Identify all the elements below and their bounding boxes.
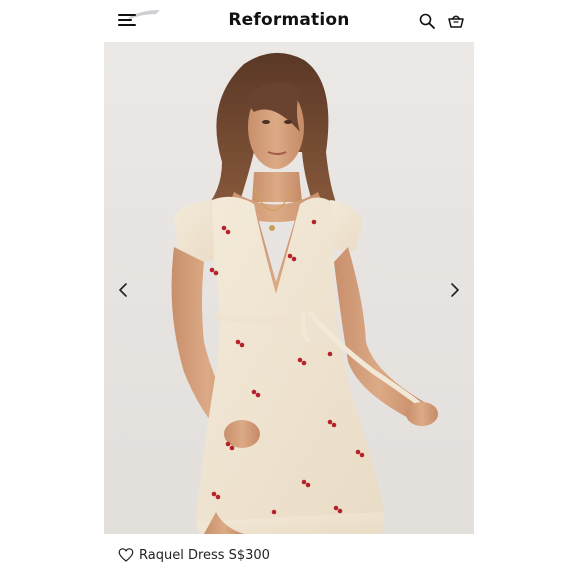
product-name[interactable]: Raquel Dress bbox=[139, 548, 225, 563]
shopping-bag-icon[interactable] bbox=[447, 12, 465, 30]
top-nav-bar: Reformation bbox=[104, 0, 474, 42]
product-photo bbox=[171, 52, 438, 534]
chevron-right-icon[interactable] bbox=[444, 280, 464, 300]
search-icon[interactable] bbox=[418, 12, 436, 30]
product-info: Raquel Dress S$300 bbox=[118, 545, 270, 565]
heart-outline-icon[interactable] bbox=[118, 547, 134, 563]
product-price: S$300 bbox=[228, 547, 270, 563]
chevron-left-icon[interactable] bbox=[114, 280, 134, 300]
product-image-gallery[interactable] bbox=[104, 42, 474, 534]
